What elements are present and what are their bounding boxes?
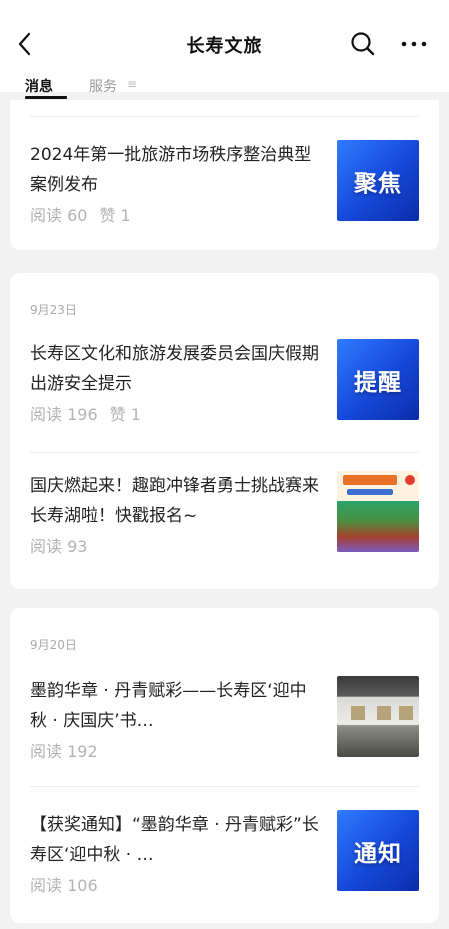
item-title[interactable]: 【获奖通知】“墨韵华章 · 丹青赋彩”长寿区‘迎中秋 · … <box>30 810 320 870</box>
divider <box>30 452 419 453</box>
like-count: 赞 1 <box>99 206 131 225</box>
read-count: 阅读 106 <box>30 876 98 895</box>
menu-icon[interactable]: ≡ <box>127 77 137 91</box>
list-item[interactable]: 长寿区文化和旅游发展委员会国庆假期出游安全提示 阅读 196 赞 1 提醒 <box>10 339 439 439</box>
item-thumbnail[interactable]: 聚焦 <box>337 140 419 221</box>
page-title: 长寿文旅 <box>186 36 263 57</box>
item-meta: 阅读 60 赞 1 <box>30 202 131 226</box>
item-title[interactable]: 2024年第一批旅游市场秩序整治典型案例发布 <box>30 140 320 200</box>
group-date: 9月23日 <box>30 303 77 317</box>
message-group-1: 2024年第一批旅游市场秩序整治典型案例发布 阅读 60 赞 1 聚焦 <box>10 100 439 250</box>
search-button[interactable] <box>350 30 376 58</box>
poster-image <box>337 501 419 552</box>
tab-services[interactable]: 服务 <box>89 76 117 96</box>
item-title[interactable]: 国庆燃起来！趣跑冲锋者勇士挑战赛来长寿湖啦！快戳报名~ <box>30 471 320 531</box>
exhibit-frame <box>399 706 413 720</box>
poster-badge <box>405 475 415 485</box>
item-meta: 阅读 93 <box>30 533 87 557</box>
item-meta: 阅读 106 <box>30 872 98 896</box>
list-item[interactable]: 2024年第一批旅游市场秩序整治典型案例发布 阅读 60 赞 1 聚焦 <box>10 140 439 240</box>
tab-messages[interactable]: 消息 <box>25 76 53 96</box>
group-date: 9月20日 <box>30 638 77 652</box>
item-title[interactable]: 墨韵华章 · 丹青赋彩——长寿区‘迎中秋 · 庆国庆’书… <box>30 676 320 736</box>
list-item[interactable]: 国庆燃起来！趣跑冲锋者勇士挑战赛来长寿湖啦！快戳报名~ 阅读 93 <box>10 471 439 571</box>
more-button[interactable] <box>400 30 428 58</box>
read-count: 阅读 60 <box>30 206 88 225</box>
thumbnail-label: 提醒 <box>354 369 402 396</box>
read-count: 阅读 93 <box>30 537 88 556</box>
item-thumbnail[interactable]: 通知 <box>337 810 419 891</box>
item-thumbnail[interactable] <box>337 676 419 757</box>
like-count: 赞 1 <box>109 405 141 424</box>
exhibit-frame <box>351 706 365 720</box>
divider <box>30 786 419 787</box>
item-thumbnail[interactable] <box>337 471 419 552</box>
top-bar: 长寿文旅 消息 服务 ≡ <box>0 0 449 99</box>
list-item[interactable]: 【获奖通知】“墨韵华章 · 丹青赋彩”长寿区‘迎中秋 · … 阅读 106 通知 <box>10 810 439 910</box>
thumbnail-label: 聚焦 <box>354 170 402 197</box>
divider <box>30 116 419 117</box>
message-group-3: 9月20日 墨韵华章 · 丹青赋彩——长寿区‘迎中秋 · 庆国庆’书… 阅读 1… <box>10 608 439 923</box>
poster-header <box>337 471 419 501</box>
item-title[interactable]: 长寿区文化和旅游发展委员会国庆假期出游安全提示 <box>30 339 320 399</box>
read-count: 阅读 196 <box>30 405 98 424</box>
thumbnail-label: 通知 <box>354 840 402 867</box>
poster-banner <box>343 475 397 485</box>
search-icon <box>351 32 375 56</box>
read-count: 阅读 192 <box>30 742 98 761</box>
item-meta: 阅读 196 赞 1 <box>30 401 141 425</box>
poster-subbanner <box>347 489 393 495</box>
more-icon <box>401 41 427 47</box>
tab-active-indicator <box>25 96 67 99</box>
item-thumbnail[interactable]: 提醒 <box>337 339 419 420</box>
message-group-2: 9月23日 长寿区文化和旅游发展委员会国庆假期出游安全提示 阅读 196 赞 1 … <box>10 273 439 589</box>
list-item[interactable]: 墨韵华章 · 丹青赋彩——长寿区‘迎中秋 · 庆国庆’书… 阅读 192 <box>10 676 439 776</box>
exhibit-frame <box>377 706 391 720</box>
item-meta: 阅读 192 <box>30 738 98 762</box>
